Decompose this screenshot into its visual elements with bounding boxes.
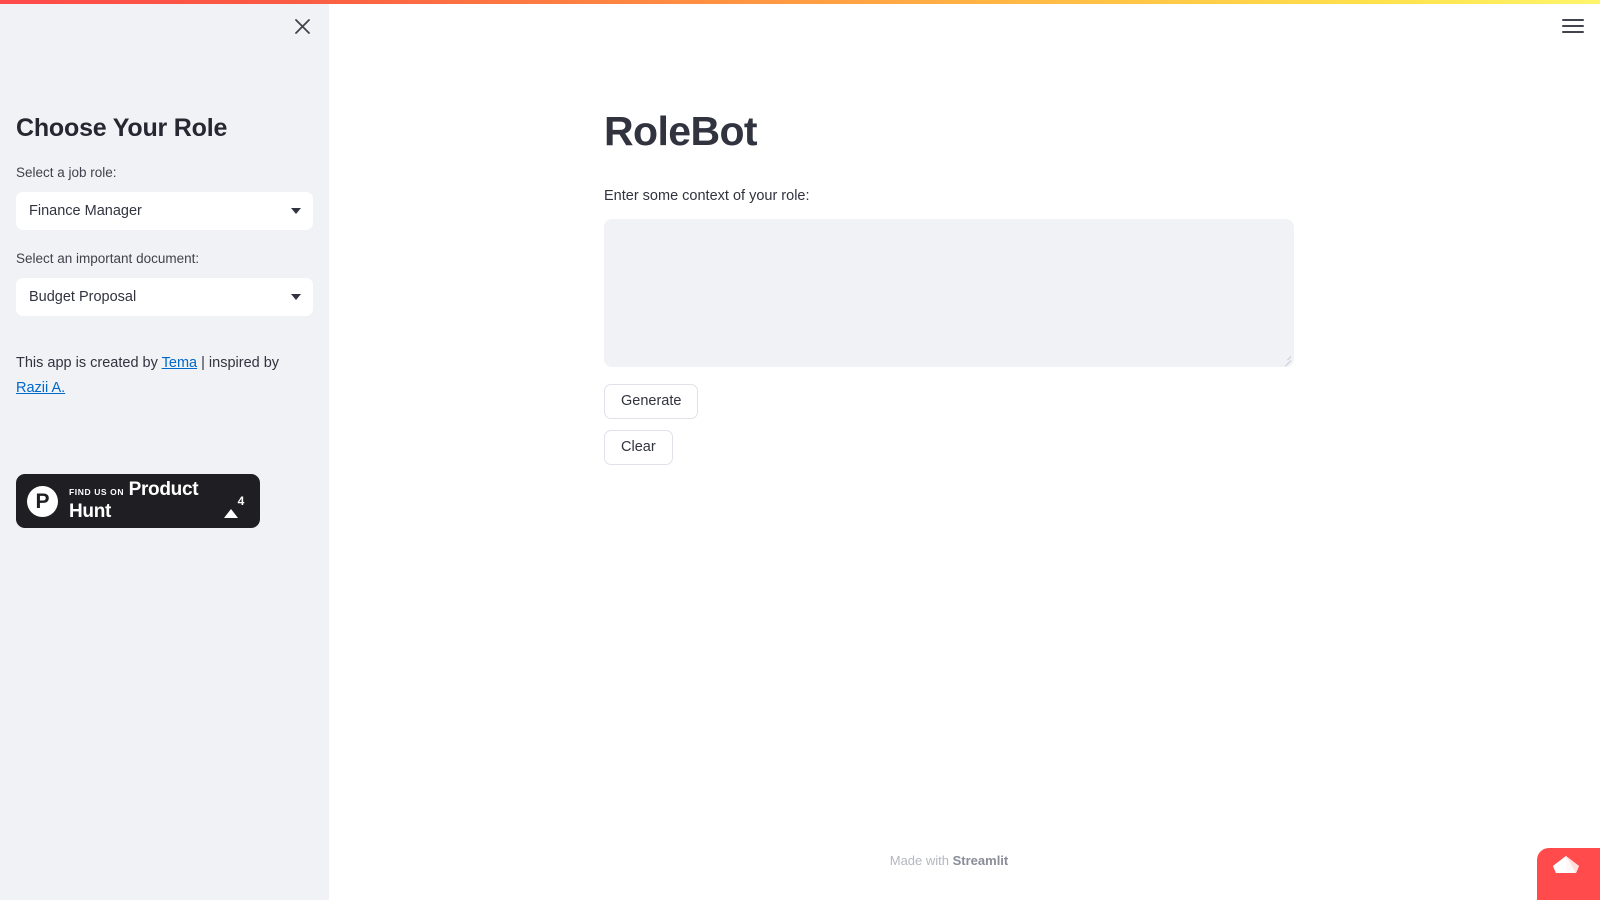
- generate-button-row: Generate: [604, 384, 1294, 419]
- app-root: Choose Your Role Select a job role: Fina…: [0, 0, 1600, 900]
- sidebar: Choose Your Role Select a job role: Fina…: [0, 0, 329, 900]
- context-textarea-label: Enter some context of your role:: [604, 188, 810, 204]
- product-hunt-badge[interactable]: P FIND US ON Product Hunt 4: [16, 474, 260, 528]
- document-select-label: Select an important document:: [16, 251, 200, 266]
- main-content: RoleBot Enter some context of your role:…: [329, 0, 1600, 900]
- context-textarea[interactable]: [604, 219, 1294, 367]
- hamburger-menu-icon: [1562, 19, 1584, 21]
- product-hunt-kicker: FIND US ON: [69, 487, 125, 497]
- footer-brand: Streamlit: [952, 853, 1009, 868]
- product-hunt-logo-icon: P: [27, 485, 58, 517]
- credit-middle: | inspired by: [197, 354, 280, 371]
- role-select-value: Finance Manager: [29, 203, 142, 219]
- role-select[interactable]: Finance Manager: [16, 192, 313, 230]
- product-hunt-count: 4: [237, 494, 245, 508]
- credit-prefix: This app is created by: [16, 354, 162, 371]
- close-icon: [294, 18, 310, 34]
- clear-button[interactable]: Clear: [604, 430, 673, 465]
- generate-button[interactable]: Generate: [604, 384, 699, 419]
- sidebar-close-button[interactable]: [287, 11, 317, 41]
- credit-text: This app is created by Tema | inspired b…: [16, 351, 306, 401]
- chevron-down-icon: [291, 294, 301, 300]
- content-column: RoleBot Enter some context of your role:…: [604, 0, 1294, 465]
- credit-link-razii[interactable]: Razii A.: [16, 380, 65, 396]
- document-select[interactable]: Budget Proposal: [16, 278, 313, 316]
- hamburger-menu-button[interactable]: [1559, 12, 1587, 40]
- product-hunt-text: FIND US ON Product Hunt: [69, 479, 220, 523]
- chevron-down-icon: [291, 208, 301, 214]
- page-title: RoleBot: [604, 108, 758, 154]
- product-hunt-name: Product Hunt: [69, 479, 199, 522]
- top-gradient-bar: [0, 0, 1600, 4]
- sidebar-heading: Choose Your Role: [16, 114, 228, 142]
- footer: Made with Streamlit: [604, 851, 1294, 871]
- hamburger-menu-icon: [1562, 25, 1584, 27]
- clear-button-row: Clear: [604, 430, 1294, 465]
- upvote-triangle-icon: [223, 492, 238, 518]
- document-select-value: Budget Proposal: [29, 289, 137, 305]
- role-select-label: Select a job role:: [16, 165, 117, 180]
- credit-link-tema[interactable]: Tema: [162, 355, 197, 371]
- product-hunt-upvote[interactable]: 4: [220, 492, 248, 518]
- hamburger-menu-icon: [1562, 31, 1584, 33]
- floating-chat-widget[interactable]: [1537, 848, 1600, 900]
- paper-boat-icon: [1553, 856, 1579, 873]
- footer-made-with: Made with: [889, 853, 953, 868]
- resize-handle-icon[interactable]: [1280, 353, 1292, 366]
